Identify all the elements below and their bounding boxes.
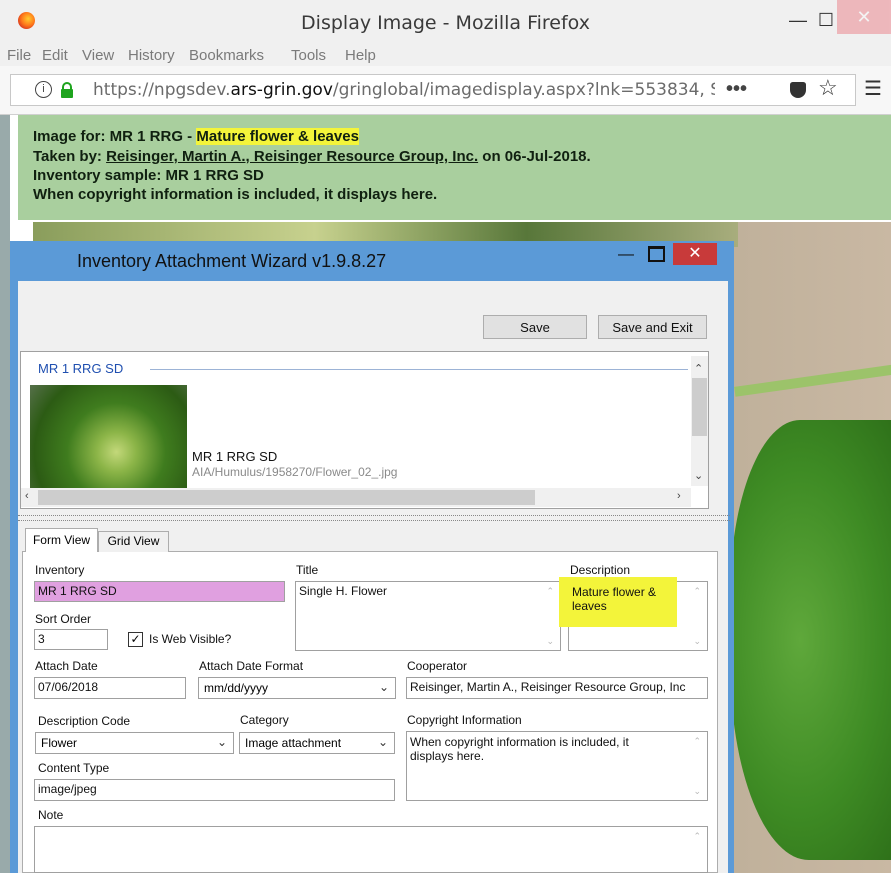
scroll-up-icon[interactable]: ⌃ — [693, 584, 701, 598]
scroll-up-icon[interactable]: ⌃ — [694, 362, 703, 375]
description-code-value: Flower — [41, 736, 78, 750]
panel-splitter[interactable] — [18, 515, 730, 521]
web-visible-checkbox[interactable]: ✓ — [128, 632, 143, 647]
info-icon[interactable]: i — [35, 81, 52, 98]
menu-bookmarks[interactable]: Bookmarks — [189, 47, 264, 64]
web-visible-label: Is Web Visible? — [149, 632, 232, 646]
scroll-left-icon[interactable]: ‹ — [25, 490, 29, 502]
attach-date-format-dropdown[interactable]: mm/dd/yyyy ⌄ — [198, 677, 396, 699]
taken-by-prefix: Taken by: — [33, 148, 107, 165]
attachment-thumbnail[interactable] — [30, 385, 187, 488]
attachment-thumbnail-name: MR 1 RRG SD — [192, 449, 278, 464]
attach-date-format-value: mm/dd/yyyy — [204, 681, 269, 695]
url-path: /gringlobal/imagedisplay.aspx?lnk=553834… — [332, 80, 715, 100]
tab-grid-view[interactable]: Grid View — [98, 531, 169, 552]
title-field[interactable]: Single H. Flower ⌃ ⌄ — [295, 581, 561, 651]
title-label: Title — [296, 563, 319, 577]
preview-vertical-scroll-thumb[interactable] — [692, 378, 707, 436]
copyright-label: Copyright Information — [407, 713, 522, 727]
inventory-sample-line: Inventory sample: MR 1 RRG SD — [33, 167, 264, 184]
description-code-dropdown[interactable]: Flower ⌄ — [35, 732, 234, 754]
category-value: Image attachment — [245, 736, 342, 750]
preview-horizontal-scroll-thumb[interactable] — [38, 490, 535, 505]
inventory-label: Inventory — [35, 563, 85, 577]
save-and-exit-button[interactable]: Save and Exit — [598, 315, 707, 339]
scroll-up-icon[interactable]: ⌃ — [693, 829, 701, 843]
title-value: Single H. Flower — [299, 584, 388, 598]
inventory-field[interactable]: MR 1 RRG SD — [34, 581, 285, 602]
chevron-down-icon: ⌄ — [216, 735, 227, 749]
image-for-line: Image for: MR 1 RRG - Mature flower & le… — [33, 128, 359, 145]
scroll-right-icon[interactable]: › — [677, 490, 681, 502]
page-actions-icon[interactable]: ••• — [726, 78, 747, 101]
scroll-up-icon[interactable]: ⌃ — [693, 734, 701, 748]
scroll-down-icon[interactable]: ⌄ — [693, 634, 701, 648]
scroll-up-icon[interactable]: ⌃ — [546, 584, 554, 598]
close-icon[interactable]: ✕ — [837, 0, 891, 34]
wizard-minimize-icon[interactable]: — — [618, 246, 634, 264]
tab-form-view[interactable]: Form View — [25, 528, 98, 552]
url-domain: ars-grin.gov — [230, 80, 333, 100]
pocket-icon[interactable] — [790, 82, 806, 98]
bookmark-star-icon[interactable]: ☆ — [818, 75, 838, 101]
menu-edit[interactable]: Edit — [42, 47, 68, 64]
save-button[interactable]: Save — [483, 315, 587, 339]
category-dropdown[interactable]: Image attachment ⌄ — [239, 732, 395, 754]
description-code-label: Description Code — [38, 714, 131, 728]
image-for-prefix: Image for: MR 1 RRG - — [33, 128, 197, 145]
description-field[interactable]: Mature flower & leaves ⌃ ⌄ — [559, 577, 708, 651]
copyright-line: When copyright information is included, … — [33, 186, 438, 203]
note-label: Note — [38, 808, 64, 822]
note-field[interactable]: ⌃ — [34, 826, 708, 873]
attach-date-label: Attach Date — [35, 659, 98, 673]
cooperator-field[interactable]: Reisinger, Martin A., Reisinger Resource… — [406, 677, 708, 699]
chevron-down-icon: ⌄ — [377, 735, 388, 749]
attachment-thumbnail-path: AIA/Humulus/1958270/Flower_02_.jpg — [192, 465, 398, 479]
taken-by-line: Taken by: Reisinger, Martin A., Reisinge… — [33, 148, 591, 165]
cooperator-label: Cooperator — [407, 659, 468, 673]
group-divider — [150, 369, 688, 370]
cooperator-link[interactable]: Reisinger, Martin A., Reisinger Resource… — [106, 148, 478, 165]
firefox-window-title: Display Image - Mozilla Firefox — [301, 12, 590, 34]
hamburger-menu-icon[interactable]: ☰ — [864, 76, 882, 101]
attach-date-field[interactable]: 07/06/2018 — [34, 677, 186, 699]
description-value: Mature flower & leaves — [572, 585, 657, 613]
hop-photo-leaf — [730, 420, 891, 860]
wizard-close-icon[interactable]: ✕ — [673, 243, 717, 265]
chevron-down-icon: ⌄ — [378, 680, 389, 694]
scroll-down-icon[interactable]: ⌄ — [546, 634, 554, 648]
window-left-edge — [0, 115, 10, 873]
sort-order-field[interactable]: 3 — [34, 629, 108, 650]
menu-view[interactable]: View — [82, 47, 114, 64]
copyright-value: When copyright information is included, … — [410, 735, 629, 763]
description-label: Description — [570, 563, 631, 577]
scroll-down-icon[interactable]: ⌄ — [694, 469, 703, 482]
wizard-title: Inventory Attachment Wizard v1.9.8.27 — [77, 251, 387, 271]
attach-date-format-label: Attach Date Format — [199, 659, 304, 673]
lock-icon — [61, 82, 73, 98]
scroll-down-icon[interactable]: ⌄ — [693, 784, 701, 798]
menu-help[interactable]: Help — [345, 47, 376, 64]
taken-by-suffix: on 06-Jul-2018. — [478, 148, 591, 165]
url-text[interactable]: https://npgsdev.ars-grin.gov/gringlobal/… — [93, 80, 715, 100]
category-label: Category — [240, 713, 289, 727]
sort-order-label: Sort Order — [35, 612, 92, 626]
copyright-field[interactable]: When copyright information is included, … — [406, 731, 708, 801]
image-description-highlight: Mature flower & leaves — [196, 128, 359, 145]
attachment-group-title: MR 1 RRG SD — [38, 361, 128, 376]
wizard-maximize-icon[interactable] — [648, 246, 665, 262]
content-type-field[interactable]: image/jpeg — [34, 779, 395, 801]
url-prefix: https://npgsdev. — [93, 80, 231, 100]
menu-file[interactable]: File — [7, 47, 31, 64]
menu-tools[interactable]: Tools — [291, 47, 326, 64]
content-type-label: Content Type — [38, 761, 110, 775]
menu-history[interactable]: History — [128, 47, 175, 64]
